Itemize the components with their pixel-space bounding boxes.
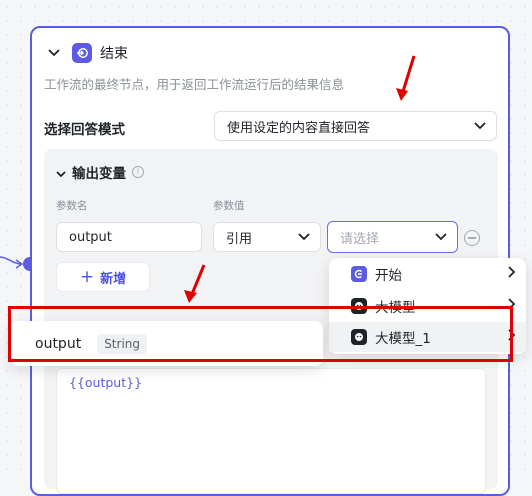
answer-template-text: {{output}} <box>69 375 143 390</box>
answer-content-editor[interactable]: {{output}} <box>56 368 486 494</box>
add-variable-label: 新增 <box>100 271 127 287</box>
chevron-down-icon <box>298 230 310 245</box>
ref-type-select[interactable]: 引用 <box>213 222 321 252</box>
info-icon[interactable]: i <box>132 166 144 178</box>
chevron-down-icon[interactable] <box>46 45 62 61</box>
start-icon <box>351 266 367 282</box>
param-name-header: 参数名 <box>56 200 88 212</box>
node-title: 结束 <box>100 46 128 62</box>
node-header: 结束 <box>46 42 128 64</box>
dropdown-item-label: 开始 <box>375 268 402 284</box>
exit-icon <box>72 43 92 63</box>
node-description: 工作流的最终节点，用于返回工作流运行后的结果信息 <box>44 77 345 92</box>
dropdown-item-start[interactable]: 开始 <box>329 259 526 289</box>
answer-mode-value: 使用设定的内容直接回答 <box>227 120 371 136</box>
remove-variable-icon[interactable] <box>464 230 480 246</box>
output-variables-label: 输出变量 <box>72 166 126 182</box>
annotation-arrow <box>396 55 416 101</box>
chevron-down-icon <box>435 230 447 245</box>
output-variables-header[interactable]: 输出变量 i <box>56 162 144 182</box>
add-variable-button[interactable]: + 新增 <box>56 262 150 292</box>
param-value-select[interactable]: 请选择 <box>327 221 458 253</box>
annotation-highlight-box <box>8 306 513 362</box>
param-name-input[interactable]: output <box>56 222 202 252</box>
plus-icon: + <box>79 267 95 287</box>
answer-mode-select[interactable]: 使用设定的内容直接回答 <box>214 111 497 141</box>
answer-mode-label: 选择回答模式 <box>44 122 125 138</box>
chevron-down-icon <box>474 119 486 134</box>
ref-type-value: 引用 <box>226 231 253 247</box>
param-value-header: 参数值 <box>213 200 245 212</box>
annotation-arrow <box>184 264 206 303</box>
chevron-down-icon[interactable] <box>56 163 66 182</box>
param-value-placeholder: 请选择 <box>340 231 380 247</box>
chevron-right-icon <box>508 266 516 282</box>
